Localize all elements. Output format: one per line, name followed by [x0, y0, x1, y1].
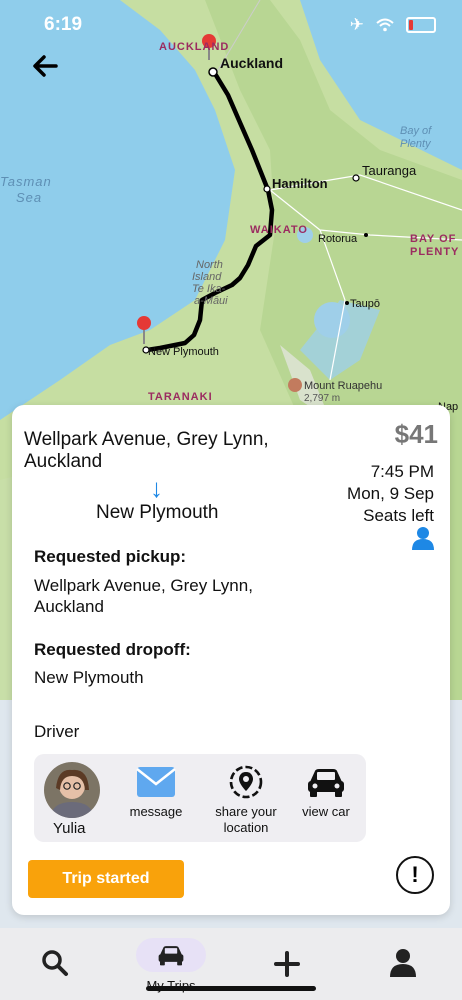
message-label: message: [129, 804, 183, 819]
map-label-north-island: North Island Te Ika-a-Māui: [192, 259, 228, 307]
map-label-auckland: Auckland: [220, 55, 283, 71]
trip-time: 7:45 PM: [370, 462, 434, 481]
tab-search[interactable]: [40, 948, 70, 978]
tab-profile[interactable]: [389, 948, 417, 978]
map-label-hamilton: Hamilton: [272, 176, 328, 191]
trip-to: New Plymouth: [96, 502, 219, 523]
trip-price: $41: [394, 419, 438, 449]
map-label-taupo: Taupō: [350, 298, 380, 310]
trip-date: Mon, 9 Sep: [347, 484, 434, 503]
map-label-bay-of-plenty: Bay of Plenty: [400, 125, 432, 150]
alert-icon[interactable]: !: [396, 856, 434, 894]
back-arrow-icon[interactable]: [30, 50, 62, 82]
map-label-ruapehu-height: 2,797 m: [304, 393, 340, 404]
share-location-label: share your location: [215, 804, 277, 835]
down-arrow-icon: ↓: [150, 473, 163, 503]
map-label-tauranga: Tauranga: [362, 163, 417, 178]
message-action[interactable]: message: [126, 764, 186, 820]
seats-left: Seats left: [363, 506, 434, 525]
plus-icon: [274, 951, 300, 977]
driver-panel: Yulia message share your location view c…: [34, 754, 366, 842]
dropoff-heading: Requested dropoff:: [34, 640, 191, 659]
map-label-new-plymouth: New Plymouth: [148, 346, 219, 358]
map-label-tasman-line1: Tasman: [0, 174, 52, 189]
view-car-action[interactable]: view car: [296, 764, 356, 820]
mountain-icon: [288, 378, 302, 392]
profile-icon: [390, 949, 416, 977]
map-label-bop-line2: PLENTY: [410, 246, 459, 258]
trip-from: Wellpark Avenue, Grey Lynn, Auckland: [24, 429, 269, 472]
map-label-tasman-line2: Sea: [16, 190, 42, 205]
map-label-bop-line1: BAY OF: [410, 233, 456, 245]
status-icons: ✈: [350, 15, 436, 35]
map-label-ni-line3: Te Ika-: [192, 283, 226, 295]
trip-datetime: 7:45 PM Mon, 9 Sep Seats left: [347, 461, 434, 527]
envelope-icon: [136, 767, 176, 797]
home-indicator: [146, 986, 316, 991]
map-label-bay-of-plenty-region: BAY OF PLENTY: [410, 233, 459, 258]
pickup-value: Wellpark Avenue, Grey Lynn, Auckland: [34, 576, 253, 616]
wifi-icon: [376, 18, 394, 32]
airplane-icon: ✈: [349, 15, 364, 34]
map-label-ni-line1: North: [196, 259, 223, 271]
status-time: 6:19: [44, 14, 83, 35]
battery-icon: [406, 17, 436, 33]
tab-my-trips[interactable]: My Trips: [136, 938, 206, 993]
status-bar: 6:19 ✈: [0, 0, 462, 50]
map-label-ni-line2: Island: [192, 271, 222, 283]
driver-label: Driver: [34, 722, 80, 741]
map-label-mount-ruapehu: Mount Ruapehu: [304, 380, 382, 392]
trip-started-button[interactable]: Trip started: [28, 860, 184, 898]
my-trips-car-icon: [158, 946, 184, 966]
share-location-icon: [229, 765, 263, 799]
map-label-taranaki: TARANAKI: [148, 391, 213, 403]
dropoff-value: New Plymouth: [34, 668, 144, 687]
search-icon: [42, 950, 68, 976]
driver-avatar[interactable]: [44, 762, 100, 818]
map-label-bay-of-plenty-line1: Bay of: [400, 125, 432, 137]
map-label-waikato: WAIKATO: [250, 224, 308, 236]
trip-details-card: Wellpark Avenue, Grey Lynn, Auckland ↓ N…: [12, 405, 450, 915]
car-icon: [308, 769, 344, 797]
map-label-bay-of-plenty-line2: Plenty: [400, 138, 432, 150]
view-car-label: view car: [302, 804, 350, 819]
tab-add[interactable]: [273, 950, 301, 978]
share-location-action[interactable]: share your location: [204, 764, 288, 836]
person-icon: [412, 527, 434, 550]
map-label-ni-line4: a-Māui: [194, 295, 228, 307]
pickup-heading: Requested pickup:: [34, 547, 187, 566]
map-label-rotorua: Rotorua: [318, 233, 358, 245]
driver-name: Yulia: [53, 820, 86, 837]
